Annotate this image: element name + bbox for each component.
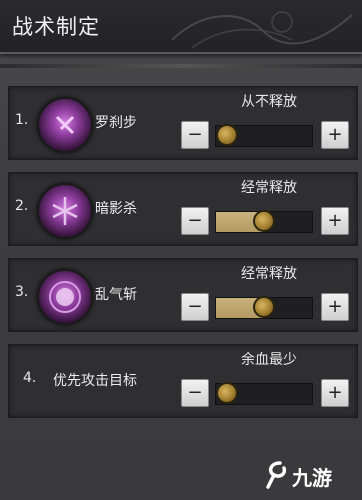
- decrease-button[interactable]: −: [181, 293, 209, 321]
- row-number: 3.: [15, 284, 29, 300]
- row-number: 4.: [23, 370, 37, 386]
- skill-chaos-slash-icon: [37, 269, 93, 325]
- decorative-swirl: [171, 11, 353, 49]
- target-priority-label: 优先攻击目标: [53, 373, 137, 389]
- release-slider[interactable]: [215, 210, 313, 233]
- slider-knob[interactable]: [253, 296, 275, 318]
- tactic-row-3: 3. 乱气斩 经常释放 − +: [8, 258, 358, 332]
- release-option-label: 经常释放: [241, 266, 297, 282]
- target-slider[interactable]: [215, 382, 313, 405]
- increase-button[interactable]: +: [321, 379, 349, 407]
- watermark-logo: 九游: [264, 460, 354, 492]
- tactic-row-1: 1. 罗刹步 从不释放 − +: [8, 86, 358, 160]
- release-slider[interactable]: [215, 296, 313, 319]
- row-number: 1.: [15, 112, 29, 128]
- increase-button[interactable]: +: [321, 293, 349, 321]
- page-title: 战术制定: [12, 15, 100, 39]
- decrease-button[interactable]: −: [181, 207, 209, 235]
- tactic-row-2: 2. 暗影杀 经常释放 − +: [8, 172, 358, 246]
- skill-rakshasa-step-icon: [37, 97, 93, 153]
- slider-knob[interactable]: [216, 124, 238, 146]
- increase-button[interactable]: +: [321, 121, 349, 149]
- release-option-label: 经常释放: [241, 180, 297, 196]
- tactic-row-4: 4. 优先攻击目标 余血最少 − +: [8, 344, 358, 418]
- slider-knob[interactable]: [216, 382, 238, 404]
- slider-knob[interactable]: [253, 210, 275, 232]
- release-option-label: 从不释放: [241, 94, 297, 110]
- skill-name: 罗刹步: [95, 115, 137, 131]
- release-slider[interactable]: [215, 124, 313, 147]
- row-number: 2.: [15, 198, 29, 214]
- title-bar: 战术制定: [0, 0, 362, 54]
- divider: [0, 64, 362, 68]
- watermark-text: 九游: [292, 466, 332, 490]
- skill-name: 暗影杀: [95, 201, 137, 217]
- decrease-button[interactable]: −: [181, 121, 209, 149]
- target-option-label: 余血最少: [241, 352, 297, 368]
- skill-shadow-kill-icon: [37, 183, 93, 239]
- increase-button[interactable]: +: [321, 207, 349, 235]
- decrease-button[interactable]: −: [181, 379, 209, 407]
- skill-name: 乱气斩: [95, 287, 137, 303]
- nine-game-logo-icon: [266, 461, 287, 489]
